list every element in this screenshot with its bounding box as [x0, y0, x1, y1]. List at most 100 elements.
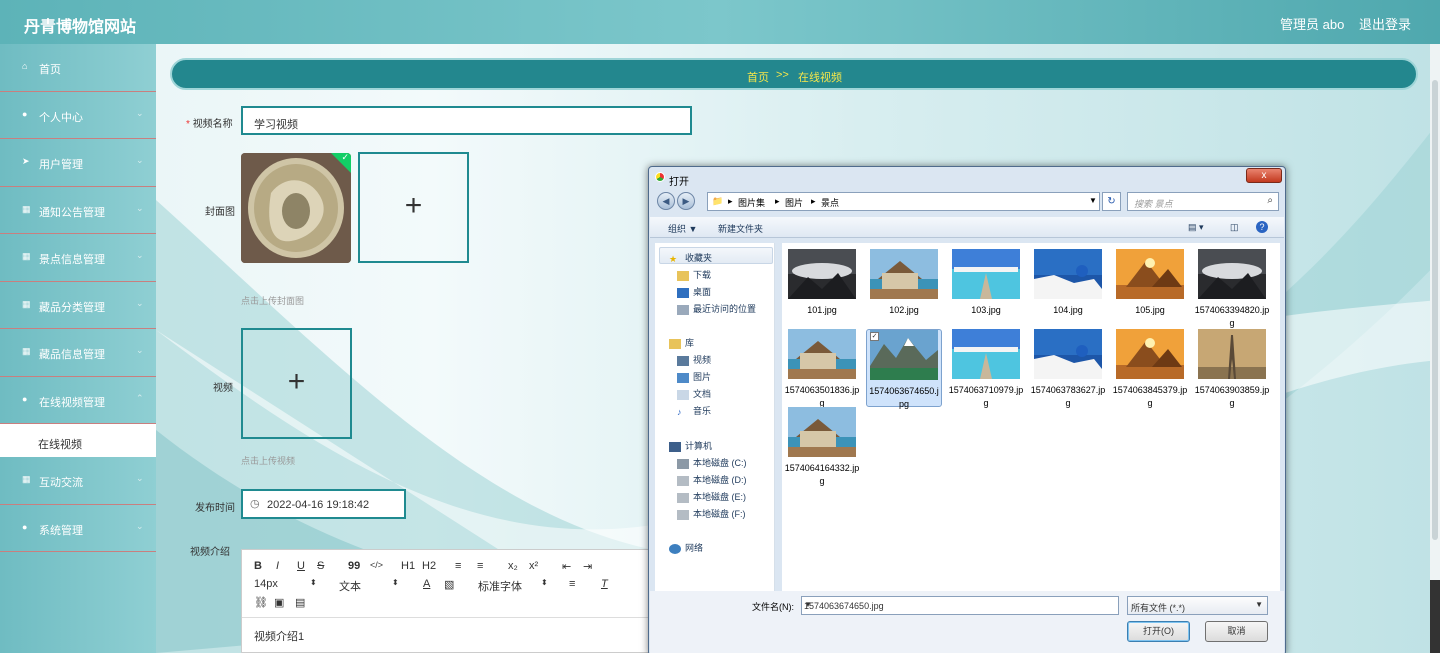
- file-item[interactable]: 105.jpg: [1112, 249, 1188, 317]
- publish-date-input[interactable]: ◷ 2022-04-16 19:18:42: [241, 489, 406, 519]
- nav-downloads[interactable]: 下载: [677, 268, 711, 281]
- file-item[interactable]: 1574063501836.jpg: [784, 329, 860, 410]
- breadcrumb-home[interactable]: 首页: [747, 69, 769, 85]
- help-icon[interactable]: ?: [1256, 221, 1268, 233]
- sidebar-item-video-admin[interactable]: ● 在线视频管理 ⌃: [0, 377, 156, 424]
- file-item[interactable]: 1574063674650.jpg ✓: [866, 329, 942, 409]
- organize-button[interactable]: 组织 ▼: [668, 222, 697, 235]
- nav-desktop[interactable]: 桌面: [677, 285, 711, 298]
- italic-button[interactable]: I: [276, 560, 279, 572]
- nav-disk-d[interactable]: 本地磁盘 (D:): [677, 473, 747, 486]
- nav-documents[interactable]: 文档: [677, 387, 711, 400]
- sidebar-item-scenic[interactable]: ▦ 景点信息管理 ⌄: [0, 234, 156, 282]
- background-color-icon[interactable]: ▧: [444, 578, 454, 591]
- sidebar-item-users[interactable]: ➤ 用户管理 ⌄: [0, 139, 156, 187]
- nav-disk-c[interactable]: 本地磁盘 (C:): [677, 456, 747, 469]
- sidebar-item-collection-category[interactable]: ▦ 藏品分类管理 ⌄: [0, 282, 156, 329]
- sidebar-item-notices[interactable]: ▦ 通知公告管理 ⌄: [0, 187, 156, 234]
- filename-input[interactable]: 1574063674650.jpg ▼: [801, 596, 1119, 615]
- paragraph-select[interactable]: 文本: [339, 578, 361, 594]
- strike-button[interactable]: S: [317, 560, 324, 572]
- code-button[interactable]: </>: [370, 560, 383, 570]
- ordered-list-button[interactable]: ≡: [455, 560, 461, 572]
- chrome-icon: [655, 172, 665, 182]
- align-icon[interactable]: ≡: [569, 578, 575, 590]
- file-item[interactable]: 1574063710979.jpg: [948, 329, 1024, 410]
- logout-link[interactable]: 退出登录: [1359, 14, 1411, 33]
- font-color-button[interactable]: A: [423, 578, 430, 590]
- file-item[interactable]: 1574064164332.jpg: [784, 407, 860, 488]
- nav-disk-f[interactable]: 本地磁盘 (F:): [677, 507, 746, 520]
- open-button[interactable]: 打开(O): [1127, 621, 1190, 642]
- view-menu-icon[interactable]: ▤ ▾: [1188, 222, 1204, 233]
- address-bar[interactable]: 📁 ▸ 图片集 ▸ 图片 ▸ 景点 ▼: [707, 192, 1100, 211]
- font-size-select[interactable]: 14px: [254, 578, 278, 590]
- new-folder-button[interactable]: 新建文件夹: [718, 222, 763, 235]
- h1-button[interactable]: H1: [401, 560, 415, 572]
- sidebar-item-collection-info[interactable]: ▦ 藏品信息管理 ⌄: [0, 329, 156, 377]
- back-icon[interactable]: ◀: [657, 192, 675, 210]
- nav-favorites[interactable]: ★ 收藏夹: [669, 251, 712, 264]
- scrollbar-thumb-lower[interactable]: [1430, 580, 1440, 653]
- file-item[interactable]: 1574063903859.jpg: [1194, 329, 1270, 410]
- sidebar-item-system[interactable]: ● 系统管理 ⌄: [0, 505, 156, 552]
- chevron-down-icon: ⌄: [136, 520, 144, 531]
- sidebar-subitem-online-video[interactable]: 在线视频: [0, 424, 156, 457]
- editor-content[interactable]: 视频介绍1: [254, 628, 304, 644]
- cover-upload-button[interactable]: +: [358, 152, 469, 263]
- filetype-select[interactable]: 所有文件 (*.*) ▼: [1127, 596, 1268, 615]
- bold-button[interactable]: B: [254, 560, 262, 572]
- sidebar-item-label: 用户管理: [39, 159, 83, 171]
- link-icon[interactable]: ⛓: [254, 596, 268, 609]
- subscript-button[interactable]: x₂: [508, 560, 518, 572]
- sidebar-item-profile[interactable]: ● 个人中心 ⌄: [0, 92, 156, 139]
- dropdown-arrow-icon[interactable]: ▼: [804, 600, 1114, 609]
- refresh-icon[interactable]: ↻: [1102, 192, 1121, 211]
- nav-libraries[interactable]: 库: [669, 336, 694, 349]
- dialog-search-input[interactable]: 搜索 景点 ⌕: [1127, 192, 1279, 211]
- file-item[interactable]: 101.jpg: [784, 249, 860, 317]
- dialog-close-button[interactable]: x: [1246, 168, 1282, 183]
- path-segment[interactable]: 图片: [785, 196, 803, 209]
- file-thumbnail: [1198, 329, 1266, 379]
- file-item[interactable]: 104.jpg: [1030, 249, 1106, 317]
- image-icon[interactable]: ▣: [274, 596, 284, 609]
- nav-network[interactable]: 网络: [669, 541, 703, 554]
- file-name: 1574063845379.jpg: [1112, 385, 1188, 408]
- bullet-list-button[interactable]: ≡: [477, 560, 483, 572]
- cover-image-thumbnail[interactable]: ✓: [241, 153, 351, 263]
- path-segment[interactable]: 景点: [821, 196, 839, 209]
- video-icon[interactable]: ▤: [295, 596, 305, 609]
- h2-button[interactable]: H2: [422, 560, 436, 572]
- file-item[interactable]: 1574063394820.jpg: [1194, 249, 1270, 330]
- indent-button[interactable]: ⇥: [583, 560, 592, 573]
- nav-disk-e[interactable]: 本地磁盘 (E:): [677, 490, 746, 503]
- scrollbar-thumb[interactable]: [1432, 80, 1438, 540]
- video-name-input[interactable]: 学习视频: [241, 106, 692, 135]
- cancel-button[interactable]: 取消: [1205, 621, 1268, 642]
- blockquote-button[interactable]: 99: [348, 560, 360, 572]
- checkbox-icon[interactable]: ✓: [870, 332, 879, 341]
- clear-format-icon[interactable]: T: [601, 578, 608, 590]
- font-family-select[interactable]: 标准字体: [478, 578, 522, 594]
- nav-music[interactable]: ♪ 音乐: [677, 404, 711, 417]
- file-item[interactable]: 1574063783627.jpg: [1030, 329, 1106, 410]
- page-scrollbar[interactable]: [1430, 44, 1440, 653]
- sidebar-item-interaction[interactable]: ▦ 互动交流 ⌄: [0, 457, 156, 505]
- forward-icon[interactable]: ▶: [677, 192, 695, 210]
- file-item[interactable]: 103.jpg: [948, 249, 1024, 317]
- sidebar-item-home[interactable]: ⌂ 首页: [0, 44, 156, 92]
- video-upload-button[interactable]: +: [241, 328, 352, 439]
- nav-videos[interactable]: 视频: [677, 353, 711, 366]
- nav-computer[interactable]: 计算机: [669, 439, 712, 452]
- nav-recent[interactable]: 最近访问的位置: [677, 302, 756, 315]
- superscript-button[interactable]: x²: [529, 560, 538, 572]
- underline-button[interactable]: U: [297, 560, 305, 572]
- outdent-button[interactable]: ⇤: [562, 560, 571, 573]
- preview-pane-icon[interactable]: ◫: [1230, 222, 1239, 233]
- file-item[interactable]: 102.jpg: [866, 249, 942, 317]
- file-item[interactable]: 1574063845379.jpg: [1112, 329, 1188, 410]
- path-segment[interactable]: 图片集: [738, 196, 765, 209]
- dropdown-arrow-icon[interactable]: ▼: [1089, 196, 1097, 205]
- nav-pictures[interactable]: 图片: [677, 370, 711, 383]
